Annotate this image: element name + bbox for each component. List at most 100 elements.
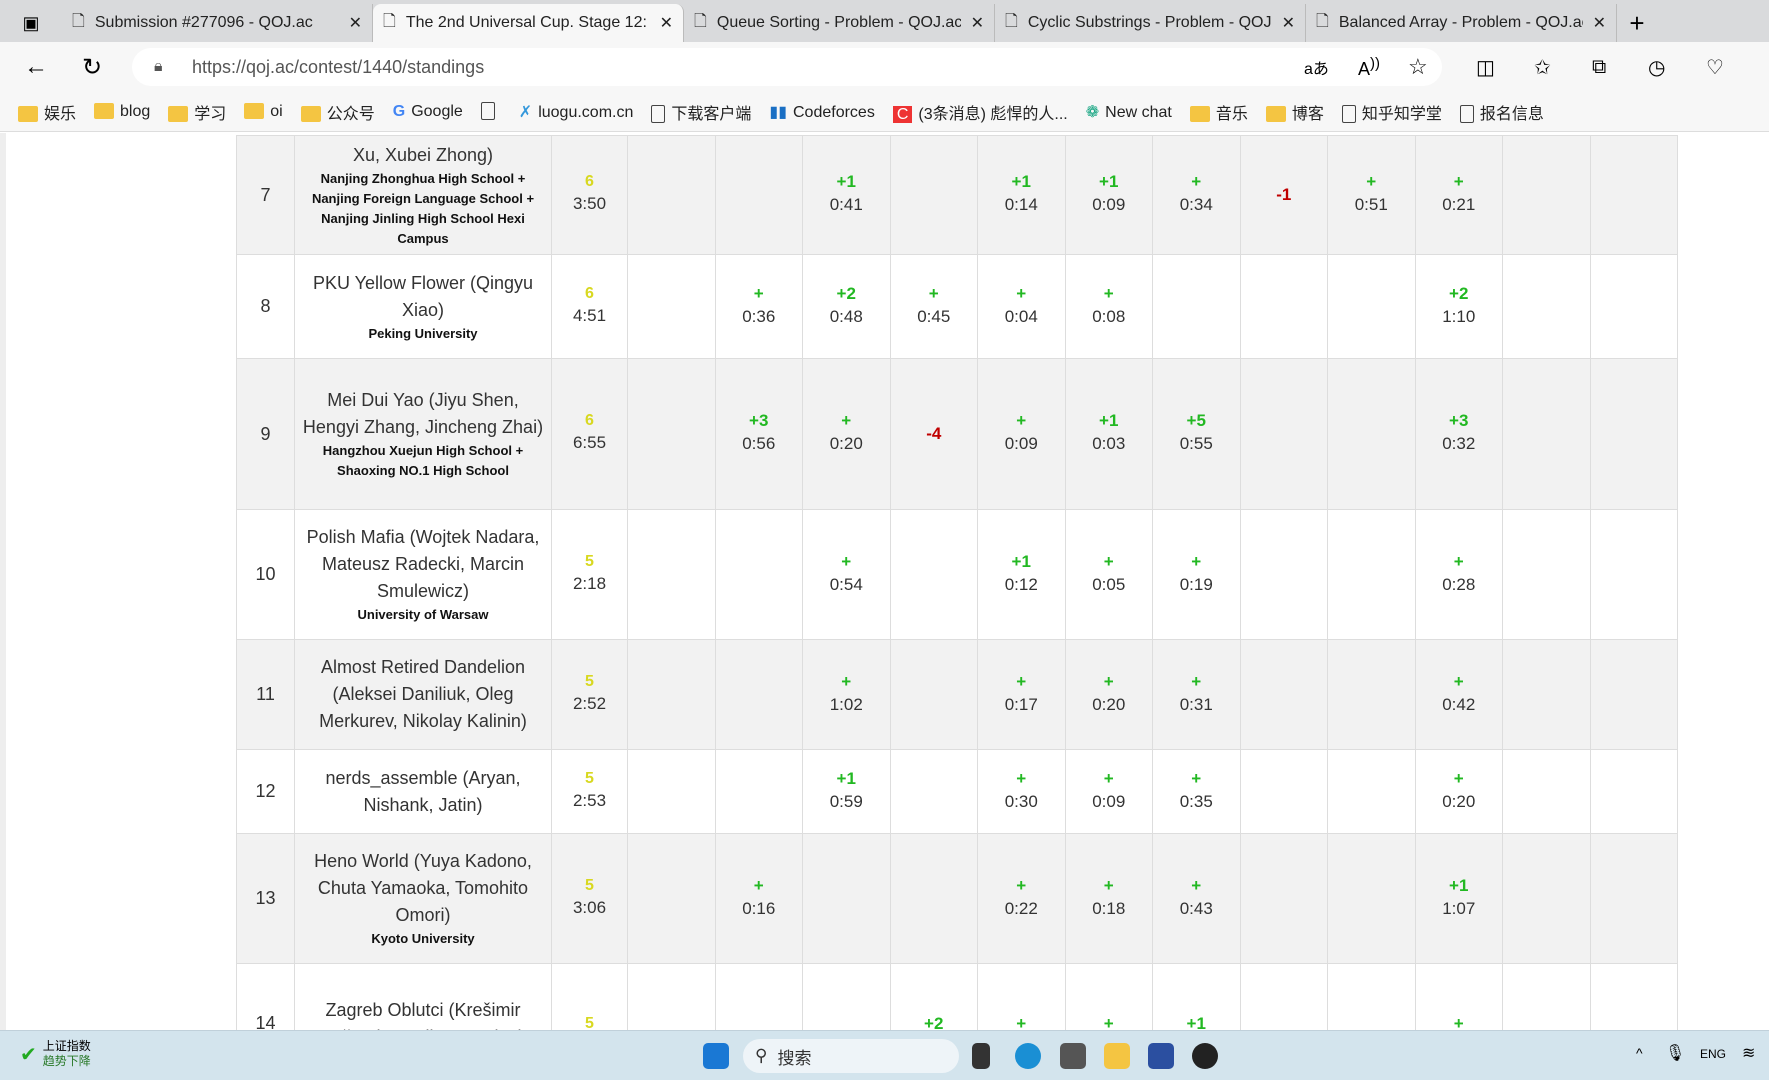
address-bar[interactable]: 🔒︎ https://qoj.ac/contest/1440/standings: [132, 48, 1442, 86]
problem-cell[interactable]: +2 0:48: [802, 254, 891, 359]
problem-cell[interactable]: +1 0:41: [802, 135, 891, 255]
close-icon[interactable]: ✕: [1282, 13, 1295, 33]
problem-cell[interactable]: +1 1:07: [1414, 833, 1503, 964]
problem-cell[interactable]: +1 0:03: [1064, 358, 1153, 510]
problem-cell[interactable]: -1: [1239, 135, 1328, 255]
tab-3[interactable]: 🗋 Cyclic Substrings - Problem - QOJ ✕: [995, 4, 1306, 42]
problem-cell[interactable]: +1 0:12: [977, 509, 1066, 640]
problem-cell[interactable]: +0:09: [977, 358, 1066, 510]
bookmark-item[interactable]: 博客: [1265, 100, 1324, 124]
problem-cell[interactable]: +1 0:14: [977, 135, 1066, 255]
bookmark-item[interactable]: oi: [244, 103, 283, 121]
taskbar-search[interactable]: ⚲ 搜索: [743, 1039, 959, 1073]
problem-cell[interactable]: +0:51: [1327, 135, 1416, 255]
problem-cell[interactable]: +0:21: [1414, 135, 1503, 255]
tab-0[interactable]: 🗋 Submission #277096 - QOJ.ac ✕: [62, 4, 373, 42]
bookmark-item[interactable]: G Google: [393, 103, 463, 121]
wifi-icon[interactable]: ≋: [1742, 1043, 1755, 1063]
team-name[interactable]: Almost Retired Dandelion (Aleksei Danili…: [299, 654, 547, 735]
edge-icon[interactable]: [1015, 1043, 1041, 1069]
problem-cell[interactable]: +0:45: [889, 254, 978, 359]
problem-cell[interactable]: +0:43: [1152, 833, 1241, 964]
problem-cell[interactable]: +0:34: [1152, 135, 1241, 255]
new-tab-button[interactable]: +: [1617, 4, 1657, 42]
close-icon[interactable]: ✕: [971, 13, 984, 33]
problem-cell[interactable]: +0:20: [1064, 639, 1153, 750]
bookmark-item[interactable]: 娱乐: [18, 100, 76, 124]
team-name[interactable]: Polish Mafia (Wojtek Nadara, Mateusz Rad…: [299, 524, 547, 605]
obs-icon[interactable]: [1192, 1043, 1218, 1069]
history-icon[interactable]: ◷: [1648, 55, 1665, 80]
team-name[interactable]: Xu, Xubei Zhong): [299, 142, 547, 169]
problem-cell[interactable]: +1:02: [802, 639, 891, 750]
tab-actions-icon[interactable]: ▣: [0, 4, 62, 42]
problem-cell[interactable]: +0:42: [1414, 639, 1503, 750]
bookmark-item[interactable]: ✗ luogu.com.cn: [519, 102, 634, 122]
dev-cpp-icon[interactable]: [1148, 1043, 1174, 1069]
language-indicator[interactable]: ENG: [1700, 1047, 1726, 1061]
read-aloud-icon[interactable]: A)): [1358, 55, 1380, 80]
problem-cell[interactable]: +0:08: [1064, 254, 1153, 359]
refresh-icon[interactable]: ↻: [82, 53, 102, 82]
problem-cell[interactable]: +: [977, 963, 1066, 1030]
problem-cell[interactable]: +: [1414, 963, 1503, 1030]
bookmark-item[interactable]: 知乎知学堂: [1341, 100, 1442, 124]
task-view-icon[interactable]: [972, 1043, 990, 1069]
problem-cell[interactable]: +0:18: [1064, 833, 1153, 964]
team-name[interactable]: Mei Dui Yao (Jiyu Shen, Hengyi Zhang, Ji…: [299, 387, 547, 441]
problem-cell[interactable]: +2: [889, 963, 978, 1030]
health-icon[interactable]: ♡: [1706, 55, 1724, 80]
team-name[interactable]: nerds_assemble (Aryan, Nishank, Jatin): [299, 765, 547, 819]
problem-cell[interactable]: +0:20: [1414, 749, 1503, 834]
team-name[interactable]: Zagreb Oblutci (Krešimir Nežmah, Dorijan…: [299, 997, 547, 1031]
problem-cell[interactable]: +0:22: [977, 833, 1066, 964]
problem-cell[interactable]: +1 0:59: [802, 749, 891, 834]
problem-cell[interactable]: +0:09: [1064, 749, 1153, 834]
bookmark-item[interactable]: blog: [94, 103, 150, 121]
favorite-star-icon[interactable]: ☆: [1408, 54, 1428, 80]
problem-cell[interactable]: +: [1064, 963, 1153, 1030]
problem-cell[interactable]: +0:20: [802, 358, 891, 510]
problem-cell[interactable]: +0:16: [714, 833, 803, 964]
bookmark-item[interactable]: 公众号: [300, 100, 375, 124]
tab-2[interactable]: 🗋 Queue Sorting - Problem - QOJ.ac ✕: [684, 4, 995, 42]
close-icon[interactable]: ✕: [660, 13, 673, 33]
problem-cell[interactable]: +1 0:09: [1064, 135, 1153, 255]
problem-cell[interactable]: +0:30: [977, 749, 1066, 834]
split-screen-icon[interactable]: ◫: [1476, 55, 1495, 80]
problem-cell[interactable]: +0:05: [1064, 509, 1153, 640]
favorites-icon[interactable]: ✩: [1534, 55, 1551, 80]
problem-cell[interactable]: +0:31: [1152, 639, 1241, 750]
bookmark-item[interactable]: ❁ New chat: [1086, 102, 1172, 122]
bookmark-item[interactable]: 报名信息: [1459, 100, 1544, 124]
collections-icon[interactable]: ⧉: [1592, 56, 1606, 79]
problem-cell[interactable]: -4: [889, 358, 978, 510]
stock-widget[interactable]: ✔ 上证指数 趋势下降: [20, 1039, 91, 1069]
problem-cell[interactable]: +0:28: [1414, 509, 1503, 640]
tab-1[interactable]: 🗋 The 2nd Universal Cup. Stage 12: ✕: [373, 4, 684, 42]
problem-cell[interactable]: +0:36: [714, 254, 803, 359]
microphone-icon[interactable]: 🎙︎: [1665, 1043, 1685, 1063]
tray-chevron-icon[interactable]: ^: [1636, 1045, 1643, 1061]
problem-cell[interactable]: +0:19: [1152, 509, 1241, 640]
translate-icon[interactable]: aあ: [1304, 55, 1329, 79]
problem-cell[interactable]: +3 0:56: [714, 358, 803, 510]
bookmark-item[interactable]: 下载客户端: [651, 100, 751, 124]
problem-cell[interactable]: +5 0:55: [1152, 358, 1241, 510]
file-explorer-icon[interactable]: [1104, 1043, 1130, 1069]
bookmark-item[interactable]: 学习: [168, 100, 226, 124]
problem-cell[interactable]: +0:04: [977, 254, 1066, 359]
app-icon[interactable]: [1060, 1043, 1086, 1069]
problem-cell[interactable]: +1: [1152, 963, 1241, 1030]
team-name[interactable]: Heno World (Yuya Kadono, Chuta Yamaoka, …: [299, 848, 547, 929]
start-icon[interactable]: [703, 1043, 729, 1069]
close-icon[interactable]: ✕: [1593, 13, 1606, 33]
problem-cell[interactable]: +0:54: [802, 509, 891, 640]
back-icon[interactable]: ←: [24, 53, 48, 81]
bookmark-item[interactable]: C (3条消息) 彪悍的人...: [892, 100, 1068, 124]
problem-cell[interactable]: +2 1:10: [1414, 254, 1503, 359]
close-icon[interactable]: ✕: [349, 13, 362, 33]
bookmark-item[interactable]: [480, 102, 501, 121]
problem-cell[interactable]: +3 0:32: [1414, 358, 1503, 510]
problem-cell[interactable]: +0:35: [1152, 749, 1241, 834]
